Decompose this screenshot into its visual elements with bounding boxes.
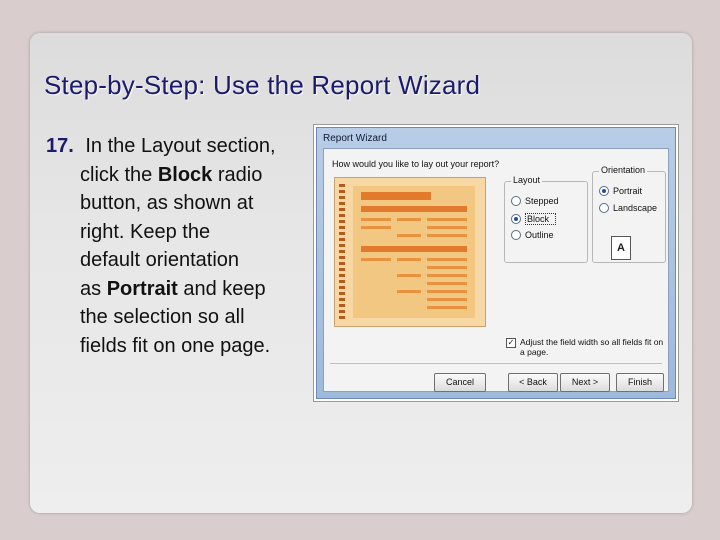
preview-row [361,218,391,221]
fit-fields-checkbox-row[interactable]: ✓ Adjust the field width so all fields f… [506,337,666,357]
radio-label: Portrait [613,186,643,196]
preview-row [427,234,467,237]
step-text: 17. In the Layout section, click the Blo… [46,132,316,360]
step-line-text: button, as shown at [80,192,254,214]
cancel-button[interactable]: Cancel [434,373,486,392]
wizard-body: How would you like to lay out your repor… [323,148,669,392]
preview-row [397,218,421,221]
preview-row [427,274,467,277]
preview-row [397,258,421,261]
step-line-text: fields fit on one page. [80,334,271,357]
step-number: 17. [46,135,74,157]
orientation-group: Orientation Portrait Landscape A [592,165,666,263]
report-wizard-screenshot: Report Wizard How would you like to lay … [313,124,679,402]
fit-fields-label: Adjust the field width so all fields fit… [520,337,664,357]
step-line-text: radio [212,163,263,186]
radio-label: Stepped [525,196,559,206]
radio-circle-selected[interactable] [511,214,521,224]
radio-circle[interactable] [511,230,521,240]
preview-page [353,186,475,318]
preview-row [397,290,421,293]
step-line-1: 17. In the Layout section, [46,132,316,161]
preview-row [427,298,467,301]
radio-label: Landscape [613,203,658,213]
radio-circle[interactable] [511,196,521,206]
step-line-5: default orientation [46,246,316,275]
step-line-7: the selection so all [46,303,316,332]
step-line-text: default orientation [80,249,240,271]
step-line-3: button, as shown at [46,189,316,218]
back-button[interactable]: < Back [508,373,558,392]
wizard-title: Report Wizard [323,133,387,144]
step-line-text: click the [80,163,158,186]
preview-row [361,258,391,261]
radio-label: Outline [525,230,554,240]
preview-row [427,218,467,221]
preview-row [427,226,467,229]
check-icon[interactable]: ✓ [506,338,516,348]
preview-group-row [361,246,467,252]
preview-row [427,266,467,269]
preview-heading-bar [361,192,431,200]
step-line-text: the selection so all [80,306,245,328]
preview-row [427,306,467,309]
layout-group: Layout Stepped Block Outline [504,175,588,263]
layout-preview-image [334,177,486,327]
step-line-2: click the Block radio [46,161,316,190]
next-button[interactable]: Next > [560,373,610,392]
radio-stepped[interactable]: Stepped [511,196,559,206]
preview-row [427,258,467,261]
step-line-text: as [80,277,107,300]
finish-button[interactable]: Finish [616,373,664,392]
step-line-8: fields fit on one page. [46,332,316,361]
step-line-text: and keep [177,277,266,300]
layout-legend: Layout [511,175,543,185]
step-line-bold: Portrait [106,277,178,300]
step-line-text: In the Layout section, [85,135,276,157]
preview-binding [339,184,345,320]
step-line-4: right. Keep the [46,218,316,247]
radio-portrait[interactable]: Portrait [599,186,642,196]
radio-block[interactable]: Block [511,213,557,225]
preview-row [427,290,467,293]
preview-row [397,274,421,277]
preview-header-row [361,206,467,212]
orientation-legend: Orientation [599,165,648,175]
wizard-question: How would you like to lay out your repor… [332,159,500,169]
preview-row [397,234,421,237]
portrait-page-icon: A [611,236,631,260]
radio-outline[interactable]: Outline [511,230,554,240]
radio-label: Block [525,213,557,225]
slide-title: Step-by-Step: Use the Report Wizard [44,70,481,100]
step-line-bold: Block [157,163,213,186]
wizard-window-frame: Report Wizard How would you like to lay … [316,127,676,399]
radio-landscape[interactable]: Landscape [599,203,657,213]
step-line-text: right. Keep the [80,220,211,243]
button-divider [330,363,662,364]
preview-row [361,226,391,229]
preview-row [427,282,467,285]
step-line-6: as Portrait and keep [46,275,316,304]
radio-circle[interactable] [599,203,609,213]
radio-circle-selected[interactable] [599,186,609,196]
